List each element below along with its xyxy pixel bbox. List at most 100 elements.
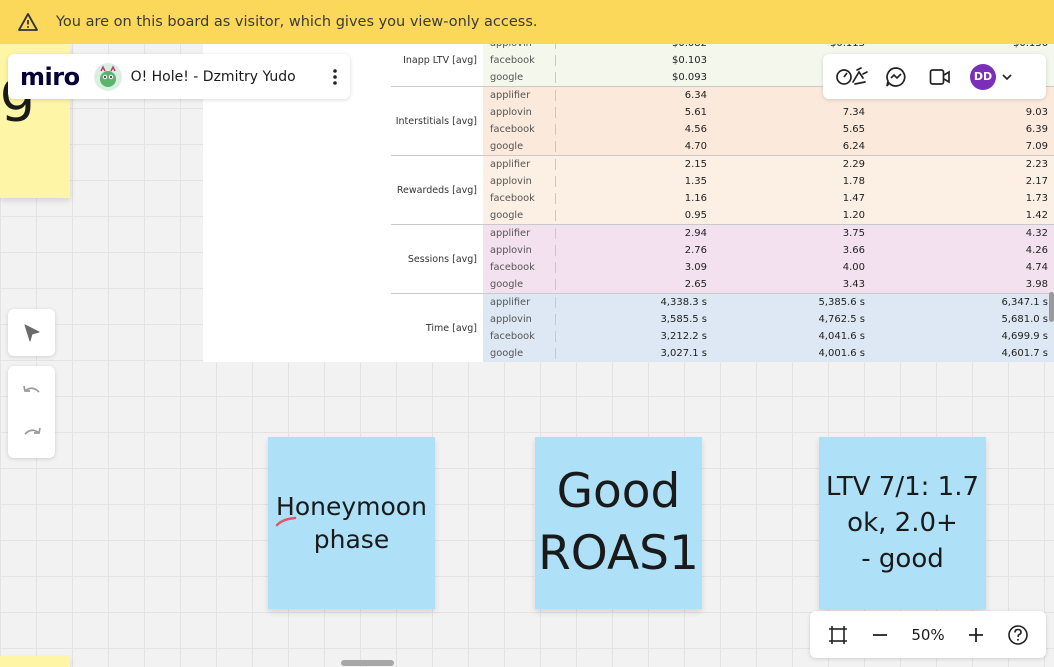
value-cell: 5.65 [842, 124, 865, 135]
zoom-in-icon[interactable] [967, 626, 985, 644]
value-cell: 4,041.6 s [818, 331, 865, 342]
value-cell: $0.082 [555, 44, 713, 49]
value-cell: 4.00 [842, 262, 865, 273]
value-cell: $0.103 [555, 55, 713, 66]
note-line: LTV 7/1: 1.7 [825, 472, 980, 502]
table-row: google 0.95 1.20 1.42 [483, 207, 1054, 224]
video-icon[interactable] [921, 58, 959, 96]
table-row: applifier 4,338.3 s 5,385.6 s 6,347.1 s [483, 294, 1054, 311]
value-cell: 1.35 [555, 176, 713, 187]
zoom-out-icon[interactable] [871, 626, 889, 644]
table-row: facebook 1.16 1.47 1.73 [483, 190, 1054, 207]
metric-label: Sessions [avg] [407, 253, 477, 265]
value-cell: 2.15 [555, 159, 713, 170]
reactions-icon[interactable] [833, 58, 871, 96]
value-cell: 4,001.6 s [818, 348, 865, 359]
board-header: miro O! Hole! - Dzmitry Yudo [8, 54, 350, 99]
metric-label: Inapp LTV [avg] [403, 55, 477, 66]
sticky-note-yellow-bottom[interactable] [0, 656, 70, 667]
value-cell: 5,681.0 s [1001, 314, 1048, 325]
value-cell: 2.23 [1025, 159, 1048, 170]
chevron-down-icon[interactable] [1002, 73, 1012, 80]
value-cell: 4,601.7 s [1001, 348, 1048, 359]
source-cell: facebook [490, 193, 535, 204]
value-cell: 9.03 [1025, 107, 1048, 118]
value-cell: 1.16 [555, 193, 713, 204]
value-cell: 4.32 [1025, 228, 1048, 239]
value-cell: 5,385.6 s [818, 297, 865, 308]
history-panel [8, 366, 55, 458]
source-cell: google [490, 348, 524, 359]
help-icon[interactable] [1007, 624, 1029, 646]
value-cell: 1.47 [842, 193, 865, 204]
value-cell: 2.65 [555, 279, 713, 290]
board-title[interactable]: O! Hole! - Dzmitry Yudo [131, 69, 320, 85]
board-avatar-icon[interactable] [93, 62, 122, 91]
fit-to-screen-icon[interactable] [827, 624, 849, 646]
select-cursor-icon[interactable] [22, 323, 42, 343]
table-row: applifier 2.94 3.75 4.32 [483, 225, 1054, 242]
zoom-level[interactable]: 50% [911, 626, 944, 644]
value-cell: 1.42 [1025, 210, 1048, 221]
metric-label: Rewardeds [avg] [396, 184, 477, 196]
value-cell: 5.61 [555, 107, 713, 118]
more-vertical-icon[interactable] [320, 68, 350, 85]
value-cell: 2.29 [842, 159, 865, 170]
table-row: applovin$0.082$0.113$0.136 [483, 44, 1054, 52]
source-cell: applovin [483, 44, 555, 49]
table-row: facebook 3.09 4.00 4.74 [483, 259, 1054, 276]
undo-icon[interactable] [21, 383, 43, 399]
source-cell: google [490, 141, 524, 152]
visitor-banner: You are on this board as visitor, which … [0, 0, 1054, 44]
horizontal-scrollbar[interactable] [341, 660, 394, 666]
value-cell: $0.136 [871, 44, 1054, 49]
sticky-note-ltv[interactable]: LTV 7/1: 1.7 ok, 2.0+ - good [819, 437, 986, 609]
pen-stroke [275, 516, 297, 527]
redo-icon[interactable] [21, 425, 43, 441]
value-cell: 2.76 [555, 245, 713, 256]
source-cell: facebook [490, 262, 535, 273]
source-cell: applifier [490, 228, 531, 239]
source-cell: facebook [490, 124, 535, 135]
note-line: Good [556, 464, 681, 519]
vertical-scrollbar[interactable] [1049, 292, 1054, 322]
source-cell: google [490, 279, 524, 290]
user-menu[interactable]: DD [965, 58, 1017, 96]
value-cell: 3,585.5 s [555, 314, 713, 325]
sticky-note-good-roas[interactable]: Good ROAS1 [535, 437, 702, 609]
value-cell: 3.98 [1025, 279, 1048, 290]
table-row: applovin 1.35 1.78 2.17 [483, 173, 1054, 190]
value-cell: 2.94 [555, 228, 713, 239]
table-row: facebook 4.56 5.65 6.39 [483, 121, 1054, 138]
value-cell: 4.56 [555, 124, 713, 135]
collaboration-toolbar: DD [823, 54, 1046, 99]
value-cell: 4.74 [1025, 262, 1048, 273]
source-cell: google [490, 210, 524, 221]
value-cell: 6.24 [842, 141, 865, 152]
source-cell: facebook [490, 331, 535, 342]
value-cell: 7.09 [1025, 141, 1048, 152]
value-cell: 6.39 [1025, 124, 1048, 135]
user-avatar[interactable]: DD [970, 63, 996, 90]
source-cell: applifier [490, 90, 531, 101]
miro-logo[interactable]: miro [20, 63, 80, 91]
value-cell: 4,338.3 s [555, 297, 713, 308]
table-row: facebook 3,212.2 s 4,041.6 s 4,699.9 s [483, 328, 1054, 345]
value-cell: 7.34 [842, 107, 865, 118]
value-cell: 4.26 [1025, 245, 1048, 256]
table-row: google 4.70 6.24 7.09 [483, 138, 1054, 155]
value-cell: 4.70 [555, 141, 713, 152]
source-cell: applifier [490, 159, 531, 170]
source-cell: applovin [490, 314, 532, 325]
value-cell: 6,347.1 s [1001, 297, 1048, 308]
table-row: applovin 2.76 3.66 4.26 [483, 242, 1054, 259]
value-cell: 6.34 [555, 90, 713, 101]
banner-text: You are on this board as visitor, which … [56, 14, 538, 30]
value-cell: 3.66 [842, 245, 865, 256]
value-cell: 3,212.2 s [555, 331, 713, 342]
comments-icon[interactable] [877, 58, 915, 96]
value-cell: 4,699.9 s [1001, 331, 1048, 342]
metric-label: Interstitials [avg] [395, 115, 477, 127]
value-cell: 2.17 [1025, 176, 1048, 187]
table-group: Rewardeds [avg] applifier 2.15 2.29 2.23 appl… [391, 155, 1054, 224]
